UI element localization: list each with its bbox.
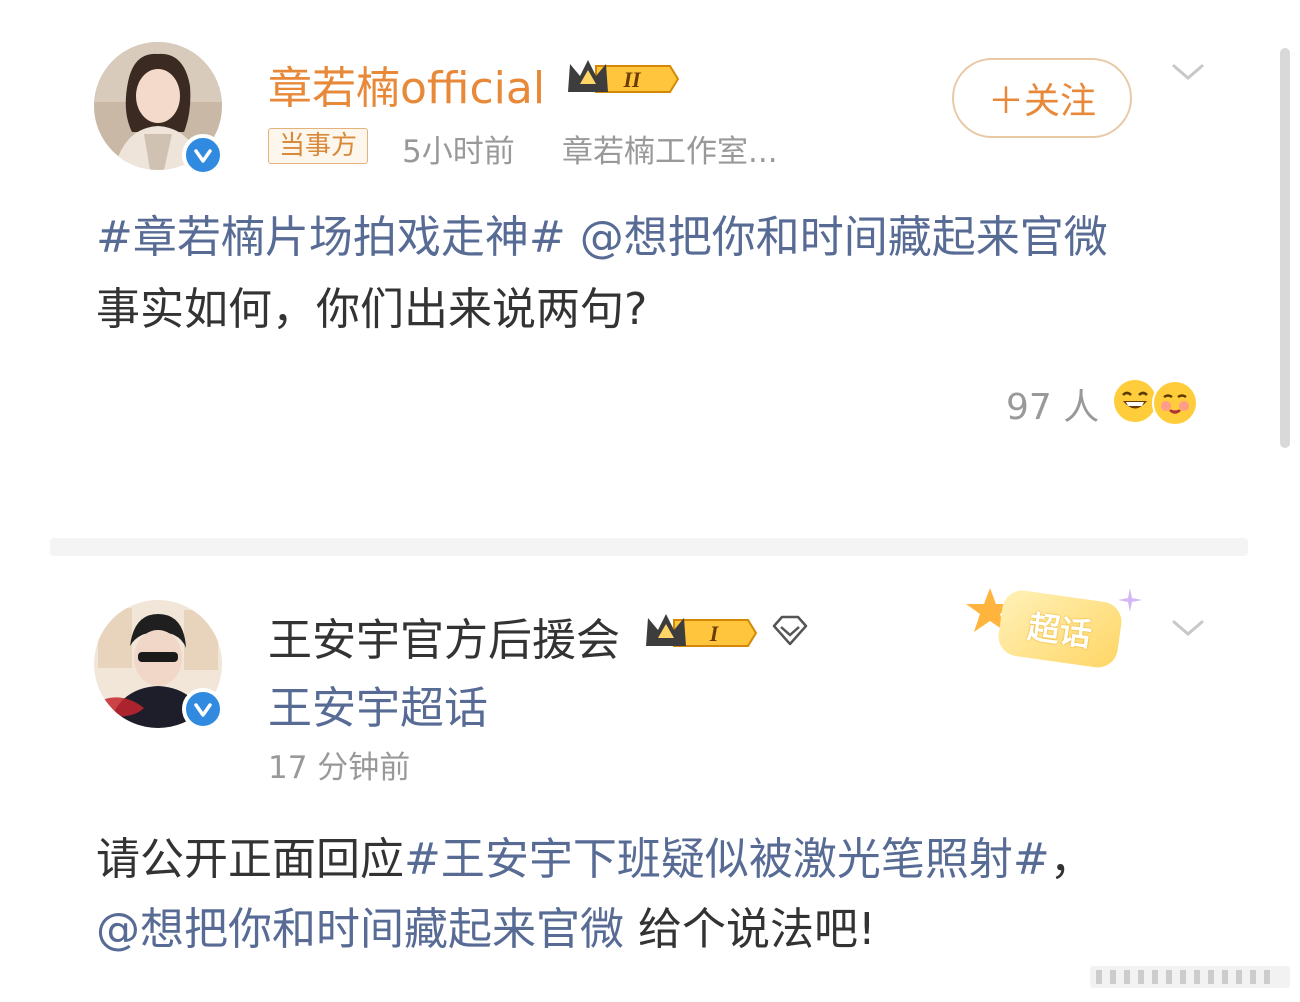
post-divider xyxy=(50,538,1248,556)
chaohua-label: 超话 xyxy=(995,587,1125,671)
post2-line2-suffix: 给个说法吧! xyxy=(624,904,876,955)
follow-button[interactable]: ＋关注 xyxy=(952,58,1132,138)
reaction-count[interactable]: 97 人 xyxy=(1006,378,1099,430)
supertopic-link[interactable]: 王安宇超话 xyxy=(268,672,488,736)
verified-icon xyxy=(182,134,224,176)
hashtag-link[interactable]: #王安宇下班疑似被激光笔照射# xyxy=(404,834,1050,885)
post1-source[interactable]: 章若楠工作室... xyxy=(562,126,778,171)
watermark-bar xyxy=(1090,964,1290,990)
chaohua-badge[interactable]: 超话 xyxy=(962,584,1152,674)
post2-line1-prefix: 请公开正面回应 xyxy=(96,834,404,885)
reaction-emojis[interactable] xyxy=(1112,378,1204,426)
emoji-blush-icon xyxy=(1152,380,1198,426)
post1-time: 5小时前 xyxy=(402,134,515,170)
crown-icon[interactable]: I xyxy=(644,610,760,656)
mention-link[interactable]: @想把你和时间藏起来官微 xyxy=(96,904,624,955)
chevron-down-icon[interactable] xyxy=(1168,608,1208,648)
involved-party-tag: 当事方 xyxy=(268,128,369,164)
svg-text:II: II xyxy=(622,67,642,92)
post1-line1: #章若楠片场拍戏走神# @想把你和时间藏起来官微 xyxy=(96,204,1108,272)
post1-username[interactable]: 章若楠official xyxy=(268,52,545,116)
post2-line1: 请公开正面回应#王安宇下班疑似被激光笔照射#， xyxy=(96,826,1094,894)
post1-line2: 事实如何，你们出来说两句? xyxy=(96,284,648,335)
scrollbar[interactable] xyxy=(1280,48,1290,448)
post2-line2: @想把你和时间藏起来官微 给个说法吧! xyxy=(96,896,876,964)
post2-time: 17 分钟前 xyxy=(268,750,411,786)
chevron-down-icon[interactable] xyxy=(1168,52,1208,92)
mention-link[interactable]: @想把你和时间藏起来官微 xyxy=(580,212,1108,263)
post2-line1-suffix: ， xyxy=(1049,834,1094,885)
diamond-icon[interactable] xyxy=(770,614,810,652)
crown-icon[interactable]: II xyxy=(566,56,682,102)
verified-icon xyxy=(182,688,224,730)
svg-text:I: I xyxy=(709,621,720,646)
hashtag-link[interactable]: #章若楠片场拍戏走神# xyxy=(96,212,566,263)
post2-username[interactable]: 王安宇官方后援会 xyxy=(268,604,620,668)
